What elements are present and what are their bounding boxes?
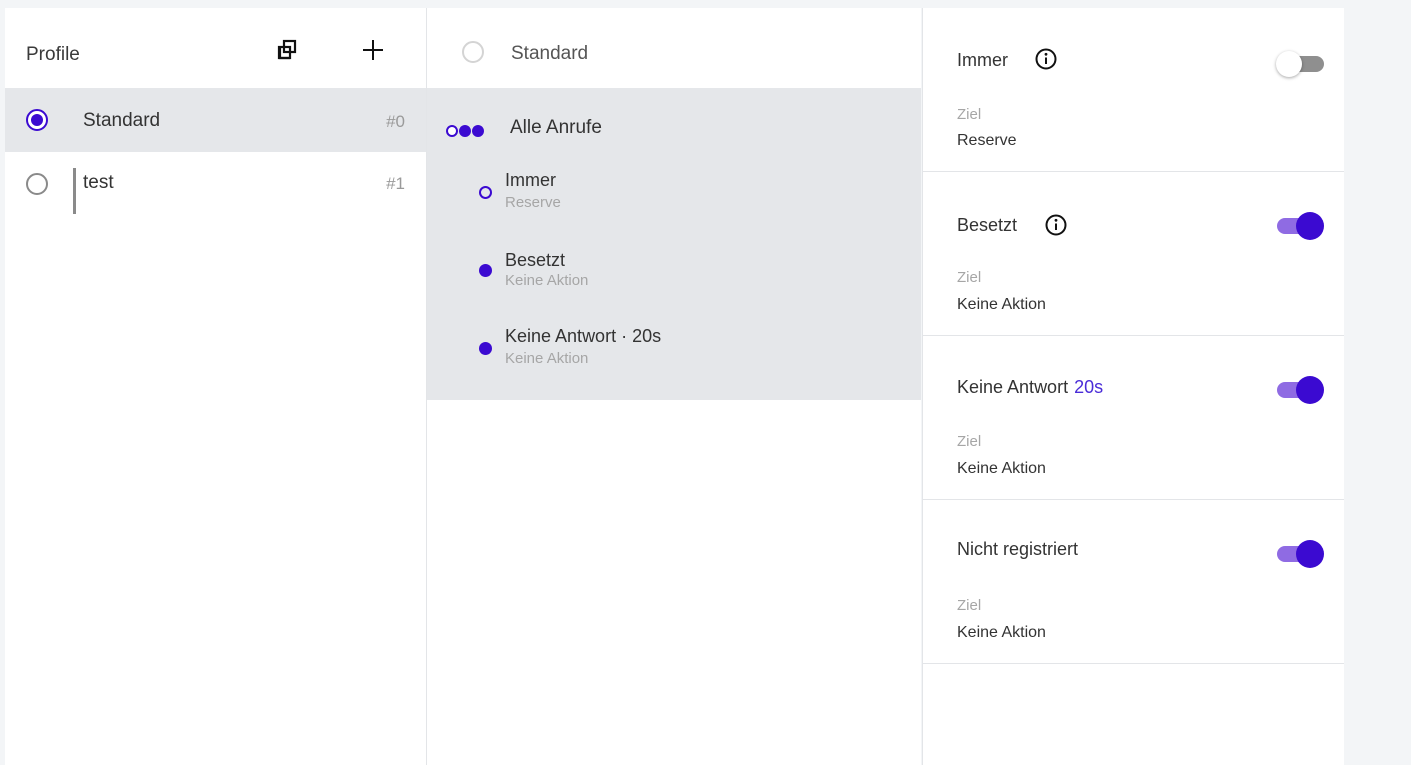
- detail-title: Besetzt: [957, 215, 1018, 235]
- rule-marker: [479, 342, 492, 355]
- rules-panel: Standard Alle Anrufe Immer Reserve Beset…: [427, 8, 921, 765]
- detail-title: Immer: [957, 50, 1008, 70]
- profile-item-standard[interactable]: Standard #0: [5, 88, 426, 152]
- toggle-immer[interactable]: [1276, 50, 1324, 78]
- target-value: Reserve: [957, 132, 1017, 149]
- target-label: Ziel: [957, 597, 982, 614]
- details-panel: Immer Ziel Reserve Besetzt Ziel Keine Ak…: [923, 8, 1344, 765]
- timeout-value[interactable]: 20s: [1074, 377, 1103, 397]
- rules-header-radio[interactable]: [462, 41, 484, 63]
- rules-list: Alle Anrufe Immer Reserve Besetzt Keine …: [427, 88, 921, 400]
- detail-card-keine-antwort: Keine Antwort 20s Ziel Keine Aktion: [923, 336, 1344, 500]
- detail-card-besetzt: Besetzt Ziel Keine Aktion: [923, 172, 1344, 336]
- detail-card-nicht-registriert: Nicht registriert Ziel Keine Aktion: [923, 500, 1344, 664]
- rule-item-keine-antwort[interactable]: Keine Antwort · 20s Keine Aktion: [427, 326, 921, 386]
- profiles-header: Profile: [5, 8, 426, 88]
- target-value: Keine Aktion: [957, 624, 1046, 641]
- target-label: Ziel: [957, 106, 982, 123]
- duplicate-icon[interactable]: [275, 38, 299, 62]
- detail-card-immer: Immer Ziel Reserve: [923, 8, 1344, 172]
- detail-title: Nicht registriert: [957, 539, 1079, 559]
- rules-header-label: Standard: [511, 43, 589, 64]
- plus-icon[interactable]: [361, 38, 385, 62]
- rule-title: Immer: [505, 170, 556, 190]
- profiles-panel: Profile Standard #0 test #1: [5, 8, 426, 765]
- toggle-nicht-registriert[interactable]: [1277, 540, 1324, 568]
- rule-marker: [479, 186, 492, 199]
- profile-radio-standard[interactable]: [26, 109, 48, 131]
- rule-item-immer[interactable]: Immer Reserve: [427, 170, 921, 230]
- text-caret: [73, 168, 76, 214]
- detail-title-text: Keine Antwort: [957, 377, 1069, 397]
- profile-item-test[interactable]: test #1: [5, 152, 426, 216]
- profile-radio-test[interactable]: [26, 173, 48, 195]
- profile-label: Standard: [83, 110, 161, 131]
- info-icon[interactable]: [1045, 214, 1067, 236]
- toggle-besetzt[interactable]: [1277, 212, 1324, 240]
- profiles-title: Profile: [26, 44, 80, 65]
- target-label: Ziel: [957, 433, 982, 450]
- rule-subtitle: Keine Aktion: [505, 272, 589, 289]
- rule-title: Besetzt: [505, 250, 566, 270]
- profile-number: #0: [386, 112, 405, 131]
- toggle-keine-antwort[interactable]: [1277, 376, 1324, 404]
- target-value: Keine Aktion: [957, 460, 1046, 477]
- rule-item-besetzt[interactable]: Besetzt Keine Aktion: [427, 250, 921, 310]
- target-label: Ziel: [957, 269, 982, 286]
- rule-subtitle: Keine Aktion: [505, 350, 589, 367]
- all-calls-icon: [446, 123, 492, 139]
- profile-number: #1: [386, 174, 405, 193]
- rule-title: Keine Antwort · 20s: [505, 326, 662, 346]
- target-value: Keine Aktion: [957, 296, 1046, 313]
- detail-title: Keine Antwort 20s: [957, 377, 1103, 398]
- all-calls-label: Alle Anrufe: [510, 117, 602, 138]
- rule-marker: [479, 264, 492, 277]
- info-icon[interactable]: [1035, 48, 1057, 70]
- rule-subtitle: Reserve: [505, 194, 561, 211]
- profile-label: test: [83, 172, 114, 193]
